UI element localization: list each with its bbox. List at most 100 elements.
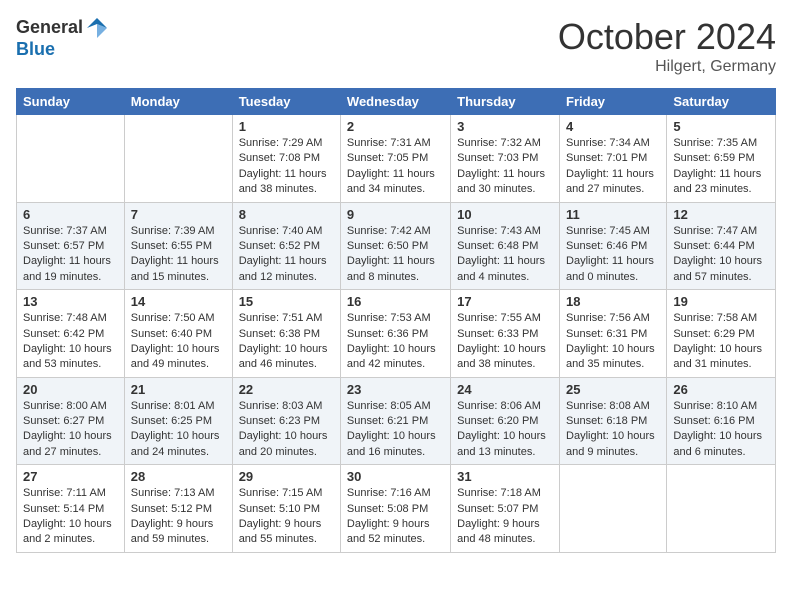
calendar-cell: 7Sunrise: 7:39 AMSunset: 6:55 PMDaylight… bbox=[124, 202, 232, 290]
day-number: 17 bbox=[457, 294, 553, 309]
day-info: Sunrise: 7:42 AMSunset: 6:50 PMDaylight:… bbox=[347, 224, 444, 286]
day-number: 7 bbox=[131, 207, 226, 222]
day-number: 12 bbox=[673, 207, 769, 222]
day-number: 8 bbox=[239, 207, 334, 222]
calendar-cell: 24 Sunrise: 8:06 AMSunset: 6:20 PMDayligh… bbox=[451, 377, 560, 465]
day-info: Sunrise: 8:06 AMSunset: 6:20 PMDaylight:… bbox=[457, 399, 553, 461]
week-row-5: 27Sunrise: 7:11 AMSunset: 5:14 PMDayligh… bbox=[17, 465, 776, 553]
day-info: Sunrise: 7:29 AMSunset: 7:08 PMDaylight:… bbox=[239, 136, 334, 198]
day-number: 14 bbox=[131, 294, 226, 309]
calendar-cell: 13Sunrise: 7:48 AMSunset: 6:42 PMDayligh… bbox=[17, 290, 125, 378]
calendar-cell: 31 Sunrise: 7:18 AMSunset: 5:07 PMDayligh… bbox=[451, 465, 560, 553]
location: Hilgert, Germany bbox=[558, 58, 776, 76]
calendar-cell: 19Sunrise: 7:58 AMSunset: 6:29 PMDayligh… bbox=[667, 290, 776, 378]
calendar-cell: 23 Sunrise: 8:05 AMSunset: 6:21 PMDayligh… bbox=[340, 377, 450, 465]
day-number: 13 bbox=[23, 294, 118, 309]
calendar-cell: 22Sunrise: 8:03 AMSunset: 6:23 PMDayligh… bbox=[232, 377, 340, 465]
week-row-1: 1 Sunrise: 7:29 AMSunset: 7:08 PMDaylight… bbox=[17, 115, 776, 203]
day-info: Sunrise: 7:55 AMSunset: 6:33 PMDaylight:… bbox=[457, 311, 553, 373]
calendar-cell bbox=[560, 465, 667, 553]
calendar-cell: 18 Sunrise: 7:56 AMSunset: 6:31 PMDayligh… bbox=[560, 290, 667, 378]
calendar-cell bbox=[667, 465, 776, 553]
weekday-header-tuesday: Tuesday bbox=[232, 89, 340, 115]
weekday-header-thursday: Thursday bbox=[451, 89, 560, 115]
day-info: Sunrise: 8:10 AMSunset: 6:16 PMDaylight:… bbox=[673, 399, 769, 461]
day-info: Sunrise: 7:58 AMSunset: 6:29 PMDaylight:… bbox=[673, 311, 769, 373]
day-info: Sunrise: 7:31 AMSunset: 7:05 PMDaylight:… bbox=[347, 136, 444, 198]
day-number: 11 bbox=[566, 207, 660, 222]
day-number: 2 bbox=[347, 119, 444, 134]
calendar-cell: 28Sunrise: 7:13 AMSunset: 5:12 PMDayligh… bbox=[124, 465, 232, 553]
day-info: Sunrise: 7:43 AMSunset: 6:48 PMDaylight:… bbox=[457, 224, 553, 286]
calendar-cell bbox=[124, 115, 232, 203]
day-info: Sunrise: 7:56 AMSunset: 6:31 PMDaylight:… bbox=[566, 311, 660, 373]
day-info: Sunrise: 7:32 AMSunset: 7:03 PMDaylight:… bbox=[457, 136, 553, 198]
day-info: Sunrise: 7:51 AMSunset: 6:38 PMDaylight:… bbox=[239, 311, 334, 373]
calendar-cell: 27Sunrise: 7:11 AMSunset: 5:14 PMDayligh… bbox=[17, 465, 125, 553]
day-info: Sunrise: 7:53 AMSunset: 6:36 PMDaylight:… bbox=[347, 311, 444, 373]
day-number: 26 bbox=[673, 382, 769, 397]
logo-blue-text: Blue bbox=[16, 40, 109, 60]
day-number: 21 bbox=[131, 382, 226, 397]
day-info: Sunrise: 7:37 AMSunset: 6:57 PMDaylight:… bbox=[23, 224, 118, 286]
calendar-table: SundayMondayTuesdayWednesdayThursdayFrid… bbox=[16, 88, 776, 553]
title-block: October 2024 Hilgert, Germany bbox=[558, 16, 776, 76]
month-title: October 2024 bbox=[558, 16, 776, 58]
day-info: Sunrise: 7:40 AMSunset: 6:52 PMDaylight:… bbox=[239, 224, 334, 286]
weekday-header-monday: Monday bbox=[124, 89, 232, 115]
day-number: 6 bbox=[23, 207, 118, 222]
page-header: General Blue October 2024 Hilgert, Germa… bbox=[16, 16, 776, 76]
day-number: 20 bbox=[23, 382, 118, 397]
day-info: Sunrise: 7:34 AMSunset: 7:01 PMDaylight:… bbox=[566, 136, 660, 198]
calendar-cell: 15Sunrise: 7:51 AMSunset: 6:38 PMDayligh… bbox=[232, 290, 340, 378]
day-number: 18 bbox=[566, 294, 660, 309]
day-info: Sunrise: 8:05 AMSunset: 6:21 PMDaylight:… bbox=[347, 399, 444, 461]
calendar-cell: 5 Sunrise: 7:35 AMSunset: 6:59 PMDaylight… bbox=[667, 115, 776, 203]
day-number: 23 bbox=[347, 382, 444, 397]
calendar-cell: 8 Sunrise: 7:40 AMSunset: 6:52 PMDaylight… bbox=[232, 202, 340, 290]
day-number: 5 bbox=[673, 119, 769, 134]
day-number: 4 bbox=[566, 119, 660, 134]
day-info: Sunrise: 8:00 AMSunset: 6:27 PMDaylight:… bbox=[23, 399, 118, 461]
week-row-3: 13Sunrise: 7:48 AMSunset: 6:42 PMDayligh… bbox=[17, 290, 776, 378]
calendar-cell bbox=[17, 115, 125, 203]
weekday-header-wednesday: Wednesday bbox=[340, 89, 450, 115]
day-info: Sunrise: 7:47 AMSunset: 6:44 PMDaylight:… bbox=[673, 224, 769, 286]
calendar-cell: 20 Sunrise: 8:00 AMSunset: 6:27 PMDayligh… bbox=[17, 377, 125, 465]
calendar-cell: 25Sunrise: 8:08 AMSunset: 6:18 PMDayligh… bbox=[560, 377, 667, 465]
logo-icon bbox=[85, 16, 109, 40]
week-row-4: 20 Sunrise: 8:00 AMSunset: 6:27 PMDayligh… bbox=[17, 377, 776, 465]
calendar-cell: 17 Sunrise: 7:55 AMSunset: 6:33 PMDayligh… bbox=[451, 290, 560, 378]
weekday-header-sunday: Sunday bbox=[17, 89, 125, 115]
day-number: 1 bbox=[239, 119, 334, 134]
day-info: Sunrise: 7:18 AMSunset: 5:07 PMDaylight:… bbox=[457, 486, 553, 548]
day-number: 25 bbox=[566, 382, 660, 397]
day-number: 31 bbox=[457, 469, 553, 484]
calendar-cell: 26 Sunrise: 8:10 AMSunset: 6:16 PMDayligh… bbox=[667, 377, 776, 465]
calendar-cell: 9Sunrise: 7:42 AMSunset: 6:50 PMDaylight… bbox=[340, 202, 450, 290]
day-info: Sunrise: 7:45 AMSunset: 6:46 PMDaylight:… bbox=[566, 224, 660, 286]
calendar-cell: 29Sunrise: 7:15 AMSunset: 5:10 PMDayligh… bbox=[232, 465, 340, 553]
weekday-header-row: SundayMondayTuesdayWednesdayThursdayFrid… bbox=[17, 89, 776, 115]
calendar-cell: 1 Sunrise: 7:29 AMSunset: 7:08 PMDaylight… bbox=[232, 115, 340, 203]
calendar-cell: 30Sunrise: 7:16 AMSunset: 5:08 PMDayligh… bbox=[340, 465, 450, 553]
day-number: 22 bbox=[239, 382, 334, 397]
day-number: 28 bbox=[131, 469, 226, 484]
day-number: 10 bbox=[457, 207, 553, 222]
day-info: Sunrise: 7:50 AMSunset: 6:40 PMDaylight:… bbox=[131, 311, 226, 373]
day-info: Sunrise: 7:16 AMSunset: 5:08 PMDaylight:… bbox=[347, 486, 444, 548]
day-number: 29 bbox=[239, 469, 334, 484]
day-number: 16 bbox=[347, 294, 444, 309]
calendar-cell: 2 Sunrise: 7:31 AMSunset: 7:05 PMDaylight… bbox=[340, 115, 450, 203]
calendar-cell: 16 Sunrise: 7:53 AMSunset: 6:36 PMDayligh… bbox=[340, 290, 450, 378]
calendar-cell: 10 Sunrise: 7:43 AMSunset: 6:48 PMDayligh… bbox=[451, 202, 560, 290]
day-number: 24 bbox=[457, 382, 553, 397]
weekday-header-friday: Friday bbox=[560, 89, 667, 115]
weekday-header-saturday: Saturday bbox=[667, 89, 776, 115]
week-row-2: 6 Sunrise: 7:37 AMSunset: 6:57 PMDaylight… bbox=[17, 202, 776, 290]
calendar-cell: 3Sunrise: 7:32 AMSunset: 7:03 PMDaylight… bbox=[451, 115, 560, 203]
day-info: Sunrise: 8:01 AMSunset: 6:25 PMDaylight:… bbox=[131, 399, 226, 461]
day-info: Sunrise: 7:35 AMSunset: 6:59 PMDaylight:… bbox=[673, 136, 769, 198]
day-info: Sunrise: 7:11 AMSunset: 5:14 PMDaylight:… bbox=[23, 486, 118, 548]
calendar-cell: 12 Sunrise: 7:47 AMSunset: 6:44 PMDayligh… bbox=[667, 202, 776, 290]
